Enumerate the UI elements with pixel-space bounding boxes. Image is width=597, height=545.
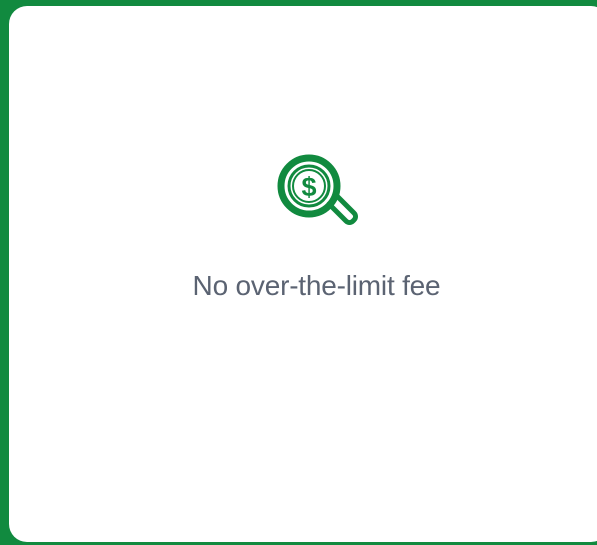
magnifying-glass-dollar-icon: $	[272, 149, 362, 233]
feature-label: No over-the-limit fee	[192, 270, 441, 301]
dollar-symbol: $	[301, 172, 316, 202]
green-frame: $ No over-the-limit fee	[0, 0, 597, 545]
feature-card: $ No over-the-limit fee	[9, 6, 597, 542]
